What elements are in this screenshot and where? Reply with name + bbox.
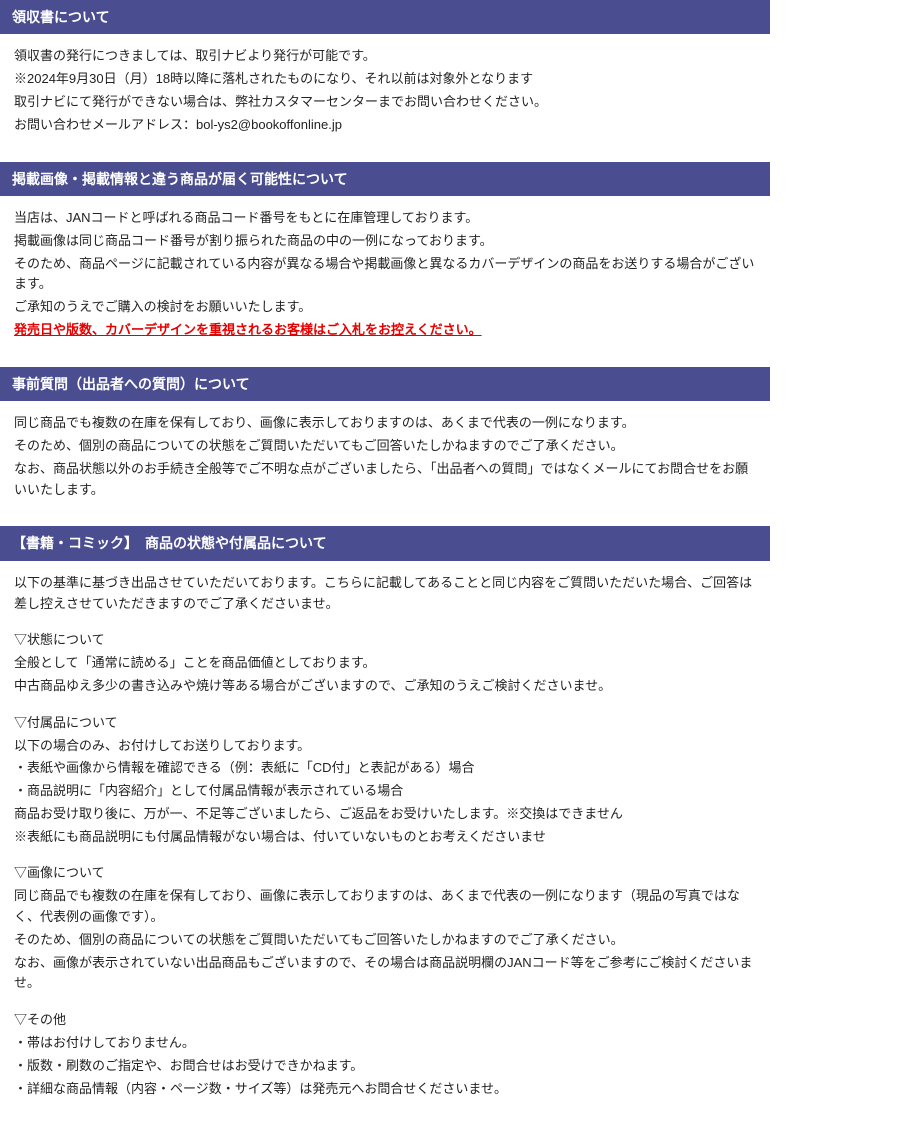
section-body-books-comics: 以下の基準に基づき出品させていただいております。こちらに記載してあることと同じ内… [0, 561, 770, 1114]
text-line: ・商品説明に「内容紹介」として付属品情報が表示されている場合 [14, 781, 756, 802]
text-line: 以下の場合のみ、お付けしてお送りしております。 [14, 736, 756, 757]
section-image-diff: 掲載画像・掲載情報と違う商品が届く可能性について 当店は、JANコードと呼ばれる… [0, 162, 770, 355]
subheading-other: ▽その他 [14, 1010, 756, 1031]
text-line: ・帯はお付けしておりません。 [14, 1033, 756, 1054]
text-line: ※表紙にも商品説明にも付属品情報がない場合は、付いていないものとお考えくださいま… [14, 827, 756, 848]
section-books-comics: 【書籍・コミック】 商品の状態や付属品について 以下の基準に基づき出品させていた… [0, 526, 770, 1113]
section-header-image-diff: 掲載画像・掲載情報と違う商品が届く可能性について [0, 162, 770, 196]
section-body-image-diff: 当店は、JANコードと呼ばれる商品コード番号をもとに在庫管理しております。 掲載… [0, 196, 770, 355]
text-intro: 以下の基準に基づき出品させていただいております。こちらに記載してあることと同じ内… [14, 573, 756, 615]
text-line: 同じ商品でも複数の在庫を保有しており、画像に表示しておりますのは、あくまで代表の… [14, 886, 756, 928]
text-line: ※2024年9月30日（月）18時以降に落札されたものになり、それ以前は対象外と… [14, 69, 756, 90]
text-line: ご承知のうえでご購入の検討をお願いいたします。 [14, 297, 756, 318]
subheading-images: ▽画像について [14, 863, 756, 884]
text-line: ・版数・刷数のご指定や、お問合せはお受けできかねます。 [14, 1056, 756, 1077]
text-line: なお、画像が表示されていない出品商品もございますので、その場合は商品説明欄のJA… [14, 953, 756, 995]
text-line: なお、商品状態以外のお手続き全般等でご不明な点がございましたら、「出品者への質問… [14, 459, 756, 501]
text-line: 中古商品ゆえ多少の書き込みや焼け等ある場合がございますので、ご承知のうえご検討く… [14, 676, 756, 697]
text-line: 同じ商品でも複数の在庫を保有しており、画像に表示しておりますのは、あくまで代表の… [14, 413, 756, 434]
section-body-receipt: 領収書の発行につきましては、取引ナビより発行が可能です。 ※2024年9月30日… [0, 34, 770, 149]
text-line: 領収書の発行につきましては、取引ナビより発行が可能です。 [14, 46, 756, 67]
subheading-accessories: ▽付属品について [14, 713, 756, 734]
section-body-pre-question: 同じ商品でも複数の在庫を保有しており、画像に表示しておりますのは、あくまで代表の… [0, 401, 770, 514]
text-line: お問い合わせメールアドレス：bol-ys2@bookoffonline.jp [14, 115, 756, 136]
section-pre-question: 事前質問（出品者への質問）について 同じ商品でも複数の在庫を保有しており、画像に… [0, 367, 770, 515]
text-line: そのため、個別の商品についての状態をご質問いただいてもご回答いたしかねますのでご… [14, 930, 756, 951]
text-line: 商品お受け取り後に、万が一、不足等ございましたら、ご返品をお受けいたします。※交… [14, 804, 756, 825]
section-header-books-comics: 【書籍・コミック】 商品の状態や付属品について [0, 526, 770, 560]
section-header-receipt: 領収書について [0, 0, 770, 34]
section-receipt: 領収書について 領収書の発行につきましては、取引ナビより発行が可能です。 ※20… [0, 0, 770, 150]
text-line: 取引ナビにて発行ができない場合は、弊社カスタマーセンターまでお問い合わせください… [14, 92, 756, 113]
text-line: ・詳細な商品情報（内容・ページ数・サイズ等）は発売元へお問合せくださいませ。 [14, 1079, 756, 1100]
text-line: 掲載画像は同じ商品コード番号が割り振られた商品の中の一例になっております。 [14, 231, 756, 252]
text-line: 全般として「通常に読める」ことを商品価値としております。 [14, 653, 756, 674]
subheading-condition: ▽状態について [14, 630, 756, 651]
section-header-pre-question: 事前質問（出品者への質問）について [0, 367, 770, 401]
text-line: 当店は、JANコードと呼ばれる商品コード番号をもとに在庫管理しております。 [14, 208, 756, 229]
text-line: そのため、商品ページに記載されている内容が異なる場合や掲載画像と異なるカバーデザ… [14, 254, 756, 296]
text-line: ・表紙や画像から情報を確認できる（例：表紙に「CD付」と表記がある）場合 [14, 758, 756, 779]
warning-text-red: 発売日や版数、カバーデザインを重視されるお客様はご入札をお控えください。 [14, 320, 756, 341]
text-line: そのため、個別の商品についての状態をご質問いただいてもご回答いたしかねますのでご… [14, 436, 756, 457]
